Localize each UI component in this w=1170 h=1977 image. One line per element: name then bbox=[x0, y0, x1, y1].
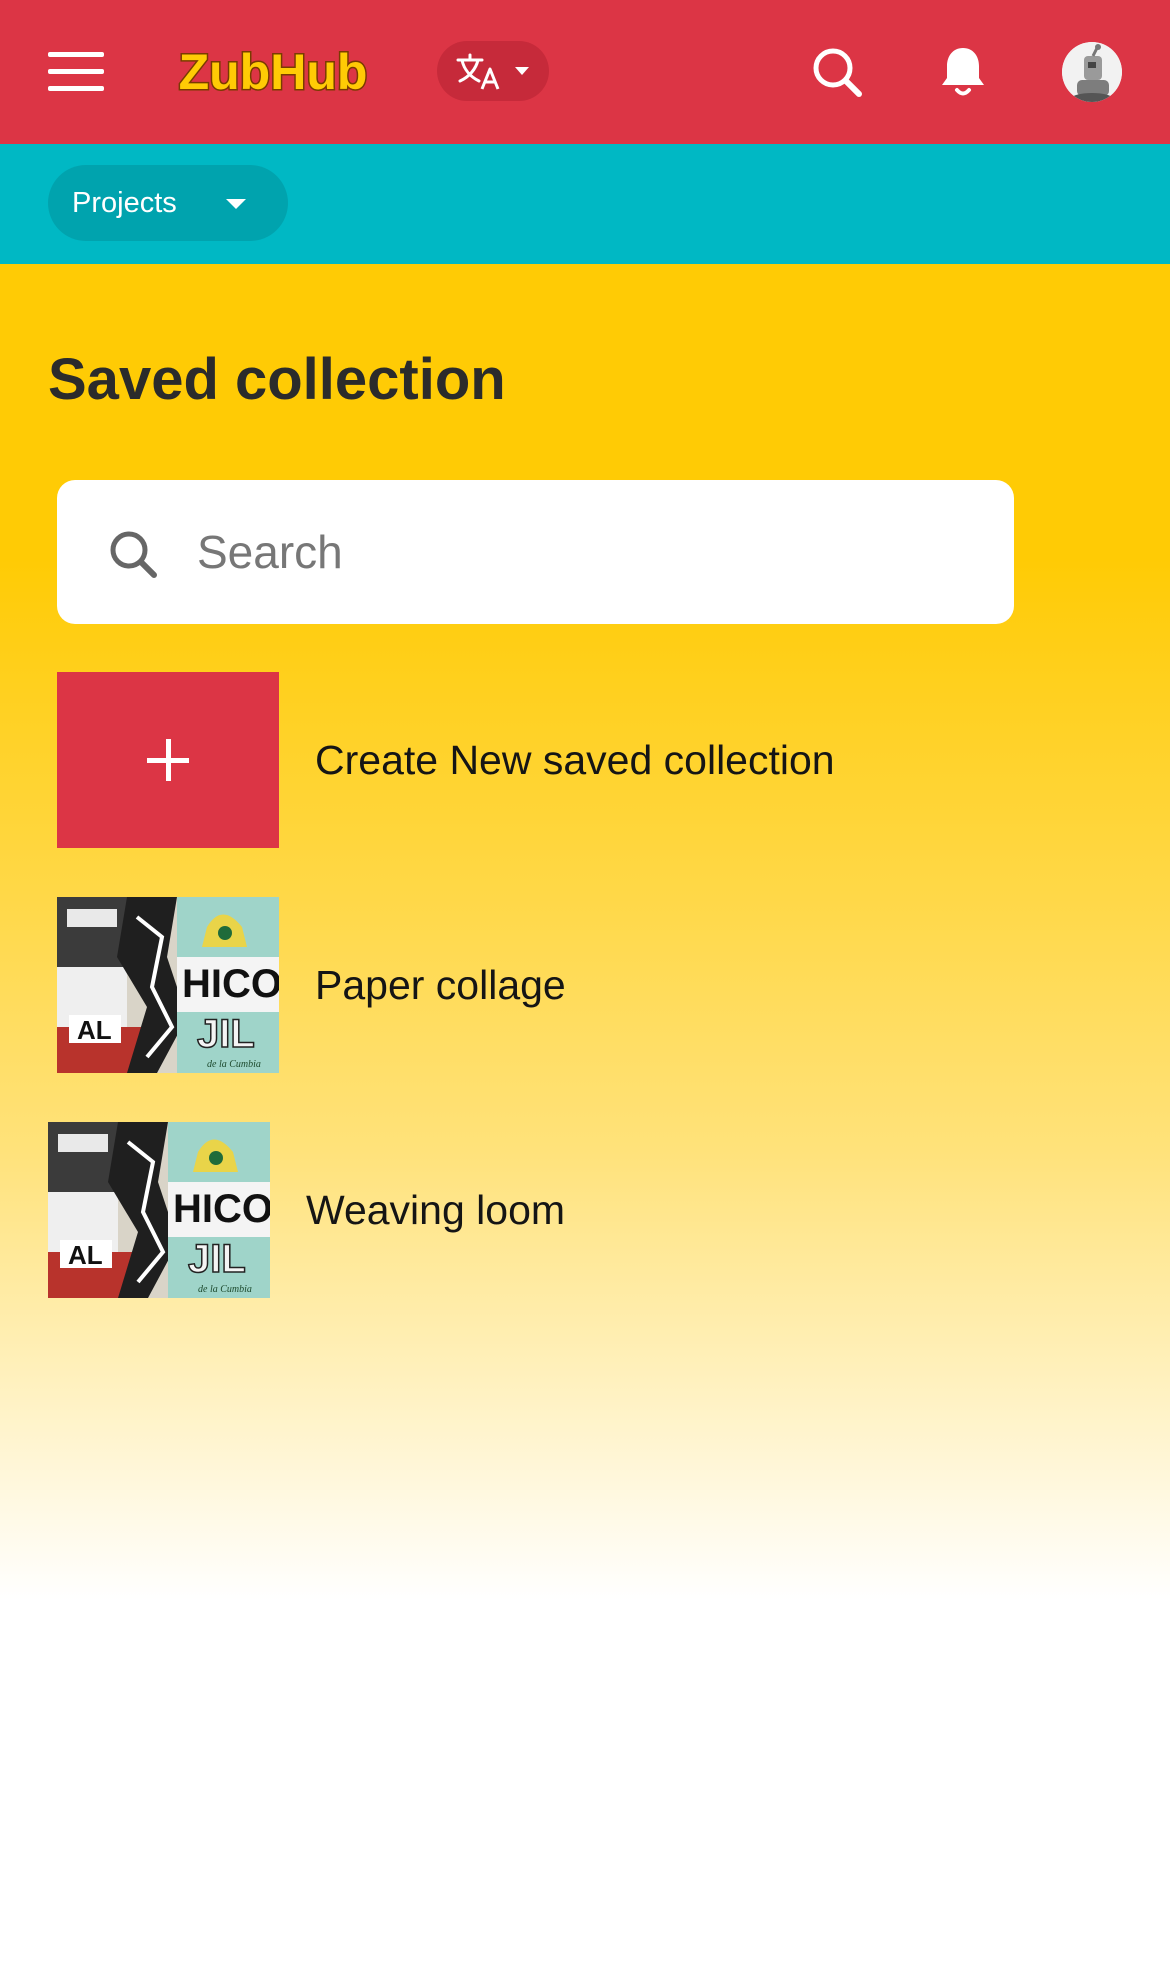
collection-item-label: Paper collage bbox=[315, 962, 566, 1008]
svg-text:AL: AL bbox=[68, 1240, 103, 1270]
zubhub-logo[interactable]: ZubHub bbox=[154, 44, 392, 100]
bell-icon[interactable] bbox=[938, 44, 988, 100]
translate-icon bbox=[456, 53, 500, 90]
search-icon[interactable] bbox=[811, 46, 863, 98]
plus-icon-stroke bbox=[166, 739, 171, 781]
create-collection-row[interactable]: Create New saved collection bbox=[0, 672, 1170, 850]
collection-thumbnail: AL HICO JIL de la Cumbia bbox=[48, 1122, 270, 1298]
collection-item-label: Weaving loom bbox=[306, 1187, 566, 1233]
logo-text: ZubHub bbox=[179, 44, 368, 100]
projects-label: Projects bbox=[72, 187, 177, 219]
create-collection-label: Create New saved collection bbox=[315, 737, 835, 783]
svg-text:de la Cumbia: de la Cumbia bbox=[207, 1059, 261, 1070]
top-app-bar: ZubHub bbox=[0, 0, 1170, 144]
svg-text:HICO: HICO bbox=[182, 962, 279, 1006]
robot-avatar-icon bbox=[1062, 42, 1122, 102]
svg-text:de la Cumbia: de la Cumbia bbox=[198, 1284, 252, 1295]
language-selector-button[interactable] bbox=[437, 41, 549, 101]
search-bar[interactable] bbox=[57, 480, 1014, 624]
chevron-down-icon bbox=[515, 67, 529, 75]
page-title: Saved collection bbox=[48, 347, 506, 412]
collection-thumbnail: AL HICO JIL de la Cumbia bbox=[57, 897, 279, 1073]
create-collection-tile[interactable] bbox=[57, 672, 279, 848]
collection-item[interactable]: AL HICO JIL de la Cumbia Paper collage bbox=[0, 897, 1170, 1075]
user-avatar[interactable] bbox=[1062, 42, 1122, 102]
projects-dropdown-button[interactable]: Projects bbox=[48, 165, 288, 241]
svg-text:AL: AL bbox=[77, 1015, 112, 1045]
search-icon bbox=[110, 531, 157, 578]
chevron-down-icon bbox=[226, 199, 246, 209]
search-input[interactable] bbox=[197, 516, 977, 588]
secondary-nav-bar: Projects bbox=[0, 144, 1170, 264]
hamburger-menu-icon[interactable] bbox=[48, 50, 104, 94]
collection-item[interactable]: AL HICO JIL de la Cumbia Weaving loom bbox=[0, 1122, 1170, 1300]
svg-text:JIL: JIL bbox=[188, 1237, 246, 1281]
svg-text:JIL: JIL bbox=[197, 1012, 255, 1056]
svg-text:HICO: HICO bbox=[173, 1187, 270, 1231]
